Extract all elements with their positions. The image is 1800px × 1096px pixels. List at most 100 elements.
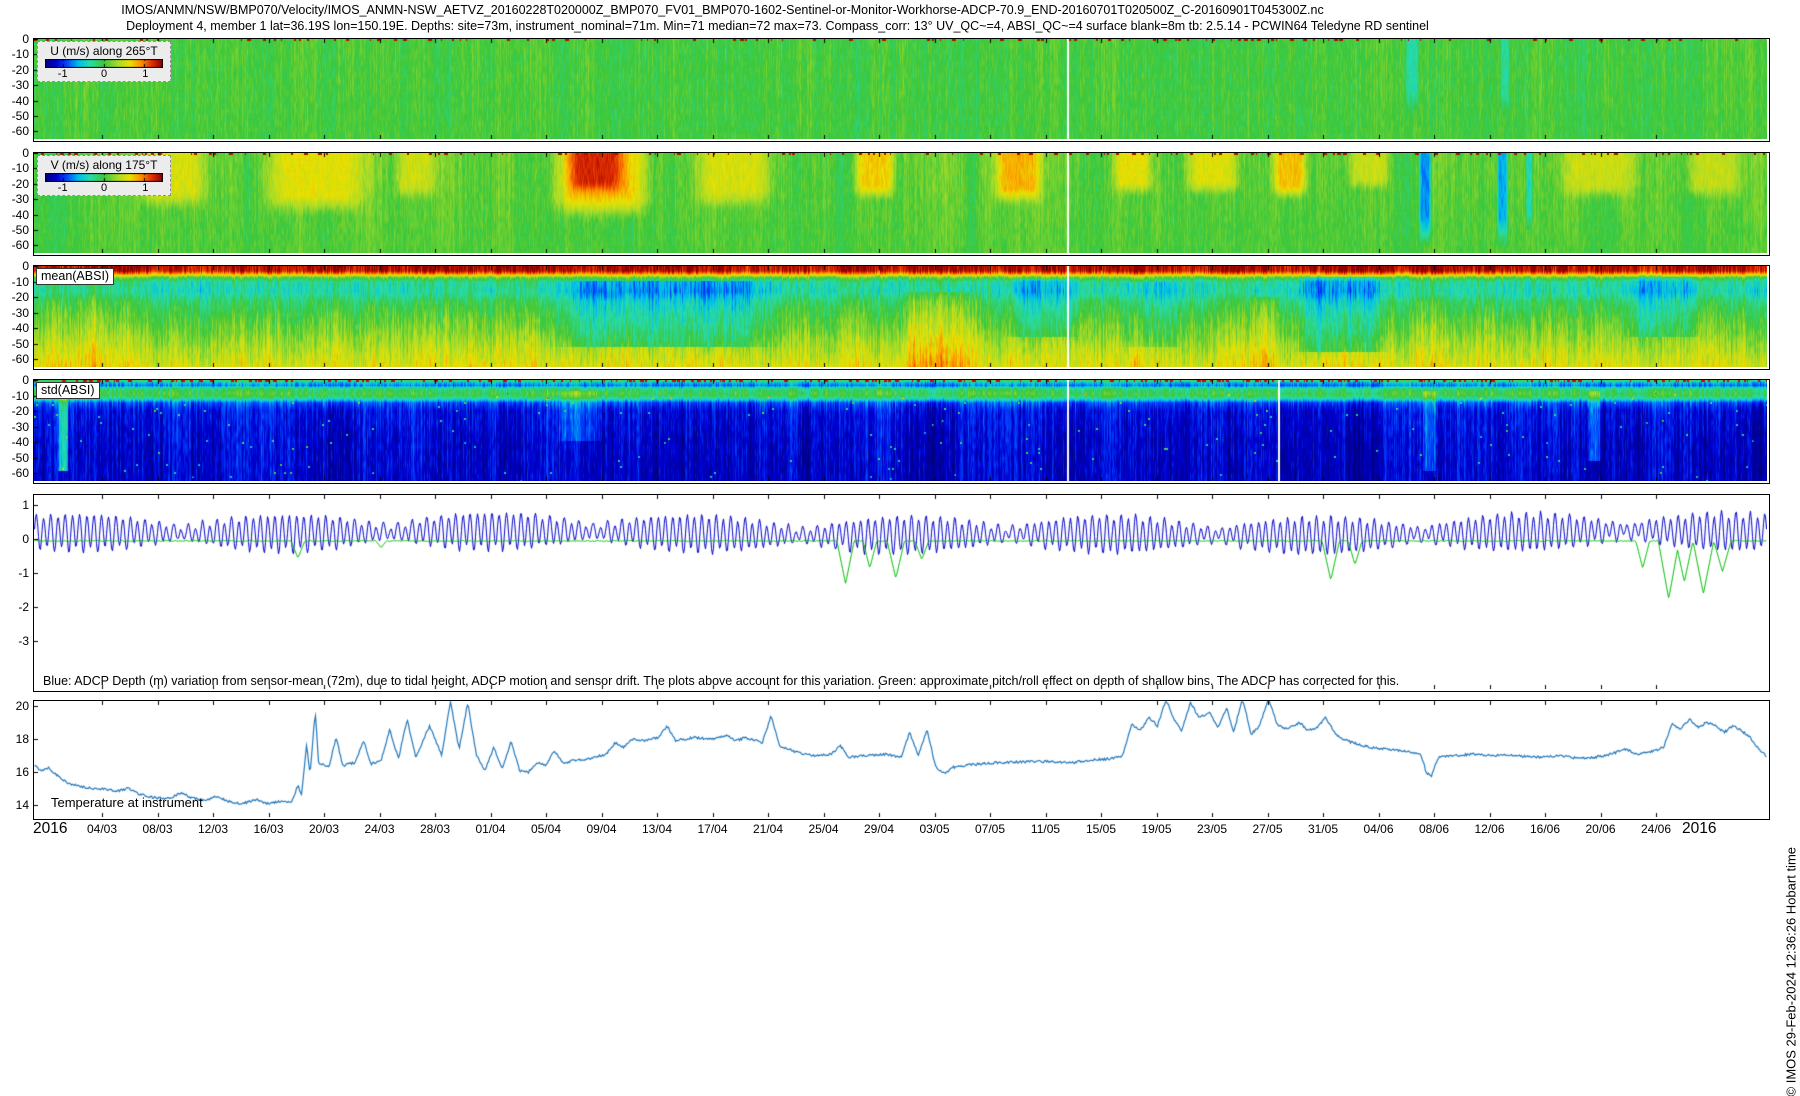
y-tick-label: -10 — [0, 390, 29, 402]
y-tick-label: 1 — [0, 499, 29, 511]
x-tick-label: 04/06 — [1363, 822, 1393, 836]
x-tick-label: 12/06 — [1474, 822, 1504, 836]
y-tick-label: -3 — [0, 635, 29, 647]
v-colorbar-ticks: -1 0 1 — [45, 182, 163, 195]
y-tick-label: -10 — [0, 276, 29, 288]
x-tick-label: 21/04 — [753, 822, 783, 836]
y-tick-label: -20 — [0, 178, 29, 190]
x-tick-label: 01/04 — [475, 822, 505, 836]
u-legend-title: U (m/s) along 265°T — [45, 44, 163, 58]
x-tick-label: 08/06 — [1419, 822, 1449, 836]
y-tick-label: -20 — [0, 291, 29, 303]
x-tick-label: 16/06 — [1530, 822, 1560, 836]
y-tick-label: -40 — [0, 322, 29, 334]
x-tick-label: 03/05 — [919, 822, 949, 836]
std-absi-label: std(ABSI) — [36, 382, 100, 399]
y-tick-label: 0 — [0, 260, 29, 272]
panel-mean-absi: mean(ABSI) — [33, 265, 1770, 370]
y-tick-label: 14 — [0, 799, 29, 811]
y-tick-label: -10 — [0, 162, 29, 174]
x-tick-label: 17/04 — [697, 822, 727, 836]
v-colorbar-tick-0: 0 — [101, 182, 107, 194]
x-tick-label: 28/03 — [420, 822, 450, 836]
u-colorbar-tick-neg1: -1 — [58, 68, 68, 80]
y-tick-label: -2 — [0, 601, 29, 613]
x-tick-label: 07/05 — [975, 822, 1005, 836]
x-tick-label: 20/03 — [309, 822, 339, 836]
x-axis-year-left: 2016 — [33, 820, 67, 838]
x-tick-label: 16/03 — [253, 822, 283, 836]
x-tick-label: 25/04 — [808, 822, 838, 836]
copyright-watermark: © IMOS 29-Feb-2024 12:36:26 Hobart time — [1783, 847, 1798, 1096]
y-tick-label: -30 — [0, 193, 29, 205]
panel-depth-variation: Blue: ADCP Depth (m) variation from sens… — [33, 494, 1770, 692]
y-tick-label: -60 — [0, 467, 29, 479]
x-tick-label: 23/05 — [1197, 822, 1227, 836]
x-tick-label: 08/03 — [142, 822, 172, 836]
y-tick-label: -60 — [0, 125, 29, 137]
mean-absi-label: mean(ABSI) — [36, 268, 114, 285]
x-tick-label: 29/04 — [864, 822, 894, 836]
v-colorbar-tick-1: 1 — [142, 182, 148, 194]
y-tick-label: -30 — [0, 307, 29, 319]
panel-u-velocity: U (m/s) along 265°T -1 0 1 — [33, 38, 1770, 142]
mean-absi-heatmap — [34, 266, 1767, 367]
std-absi-heatmap — [34, 380, 1767, 481]
y-tick-label: -50 — [0, 224, 29, 236]
y-tick-label: 0 — [0, 374, 29, 386]
y-tick-label: 20 — [0, 700, 29, 712]
u-colorbar-ticks: -1 0 1 — [45, 68, 163, 81]
y-tick-label: -20 — [0, 64, 29, 76]
temperature-plot — [34, 701, 1767, 817]
x-tick-label: 12/03 — [198, 822, 228, 836]
x-tick-label: 13/04 — [642, 822, 672, 836]
x-axis-year-right: 2016 — [1682, 820, 1716, 838]
x-tick-label: 19/05 — [1141, 822, 1171, 836]
depth-annotation: Blue: ADCP Depth (m) variation from sens… — [43, 674, 1399, 688]
y-tick-label: -50 — [0, 338, 29, 350]
u-colorbar — [45, 59, 163, 68]
u-legend: U (m/s) along 265°T -1 0 1 — [37, 41, 171, 82]
y-tick-label: 18 — [0, 733, 29, 745]
panel-temperature: Temperature at instrument — [33, 700, 1770, 820]
y-tick-label: -60 — [0, 353, 29, 365]
x-tick-label: 31/05 — [1308, 822, 1338, 836]
y-tick-label: -1 — [0, 567, 29, 579]
y-tick-label: -40 — [0, 209, 29, 221]
adcp-diagnostic-figure: { "title": { "line1": "IMOS/ANMN/NSW/BMP… — [0, 0, 1800, 850]
x-tick-label: 04/03 — [87, 822, 117, 836]
y-tick-label: 0 — [0, 533, 29, 545]
y-tick-label: 0 — [0, 147, 29, 159]
v-colorbar-tick-neg1: -1 — [58, 182, 68, 194]
y-tick-label: -60 — [0, 239, 29, 251]
x-tick-label: 24/06 — [1641, 822, 1671, 836]
v-legend-title: V (m/s) along 175°T — [45, 158, 163, 172]
x-tick-label: 05/04 — [531, 822, 561, 836]
x-tick-label: 09/04 — [586, 822, 616, 836]
panel-v-velocity: V (m/s) along 175°T -1 0 1 — [33, 152, 1770, 256]
x-tick-label: 27/05 — [1252, 822, 1282, 836]
u-colorbar-tick-1: 1 — [142, 68, 148, 80]
temperature-label: Temperature at instrument — [51, 795, 203, 810]
y-tick-label: -40 — [0, 95, 29, 107]
v-legend: V (m/s) along 175°T -1 0 1 — [37, 155, 171, 196]
y-tick-label: -10 — [0, 48, 29, 60]
y-tick-label: 0 — [0, 33, 29, 45]
figure-title-line2: Deployment 4, member 1 lat=36.19S lon=15… — [0, 19, 1555, 33]
panel-std-absi: std(ABSI) — [33, 379, 1770, 484]
y-tick-label: -20 — [0, 405, 29, 417]
v-velocity-heatmap — [34, 153, 1767, 253]
y-tick-label: -50 — [0, 452, 29, 464]
x-tick-label: 24/03 — [364, 822, 394, 836]
y-tick-label: 16 — [0, 766, 29, 778]
x-tick-label: 11/05 — [1031, 822, 1060, 836]
depth-variation-plot — [34, 495, 1767, 689]
x-tick-label: 20/06 — [1585, 822, 1615, 836]
u-colorbar-tick-0: 0 — [101, 68, 107, 80]
y-tick-label: -50 — [0, 110, 29, 122]
y-tick-label: -30 — [0, 421, 29, 433]
v-colorbar — [45, 173, 163, 182]
figure-title-line1: IMOS/ANMN/NSW/BMP070/Velocity/IMOS_ANMN-… — [0, 3, 1445, 17]
y-tick-label: -40 — [0, 436, 29, 448]
u-velocity-heatmap — [34, 39, 1767, 139]
